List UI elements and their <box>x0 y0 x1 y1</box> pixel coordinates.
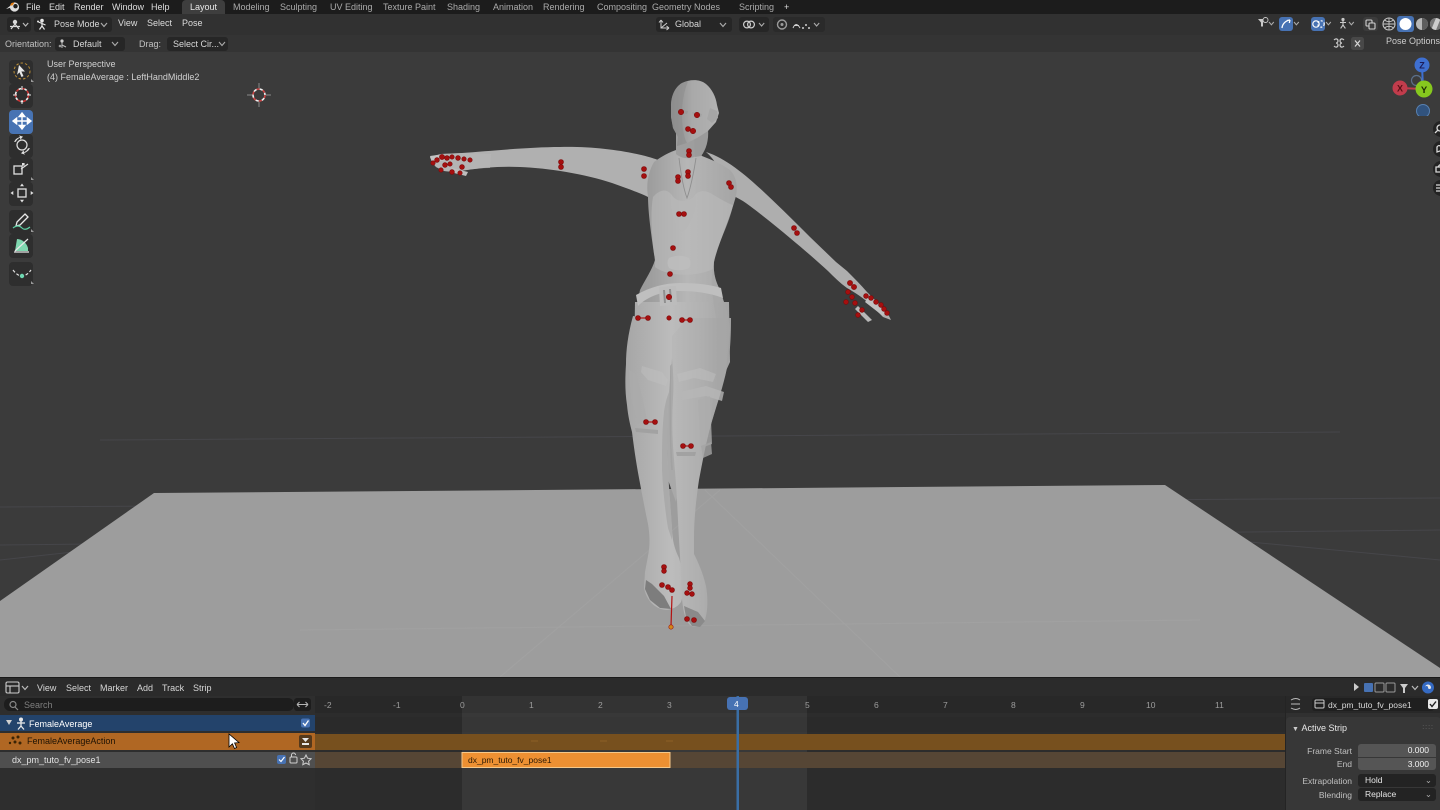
svg-text:Search: Search <box>24 700 53 710</box>
svg-text:5: 5 <box>805 700 810 710</box>
svg-text:dx_pm_tuto_fv_pose1: dx_pm_tuto_fv_pose1 <box>468 755 552 765</box>
svg-text:3: 3 <box>667 700 672 710</box>
svg-text:8: 8 <box>1011 700 1016 710</box>
svg-text:FemaleAverage: FemaleAverage <box>29 719 92 729</box>
svg-text:10: 10 <box>1146 700 1156 710</box>
svg-text:0: 0 <box>460 700 465 710</box>
svg-text:11: 11 <box>1215 700 1224 710</box>
svg-text:X: X <box>1397 84 1403 94</box>
svg-text:dx_pm_tuto_fv_pose1: dx_pm_tuto_fv_pose1 <box>12 755 101 765</box>
svg-text:2: 2 <box>598 700 603 710</box>
svg-text:4: 4 <box>734 699 739 709</box>
svg-text:6: 6 <box>874 700 879 710</box>
svg-text:7: 7 <box>943 700 948 710</box>
svg-text:FemaleAverageAction: FemaleAverageAction <box>27 736 115 746</box>
svg-text:Z: Z <box>1419 61 1425 71</box>
svg-text:1: 1 <box>529 700 534 710</box>
svg-text:Y: Y <box>1421 85 1428 96</box>
svg-text:9: 9 <box>1080 700 1085 710</box>
svg-text:-2: -2 <box>324 700 332 710</box>
svg-text:-1: -1 <box>393 700 401 710</box>
